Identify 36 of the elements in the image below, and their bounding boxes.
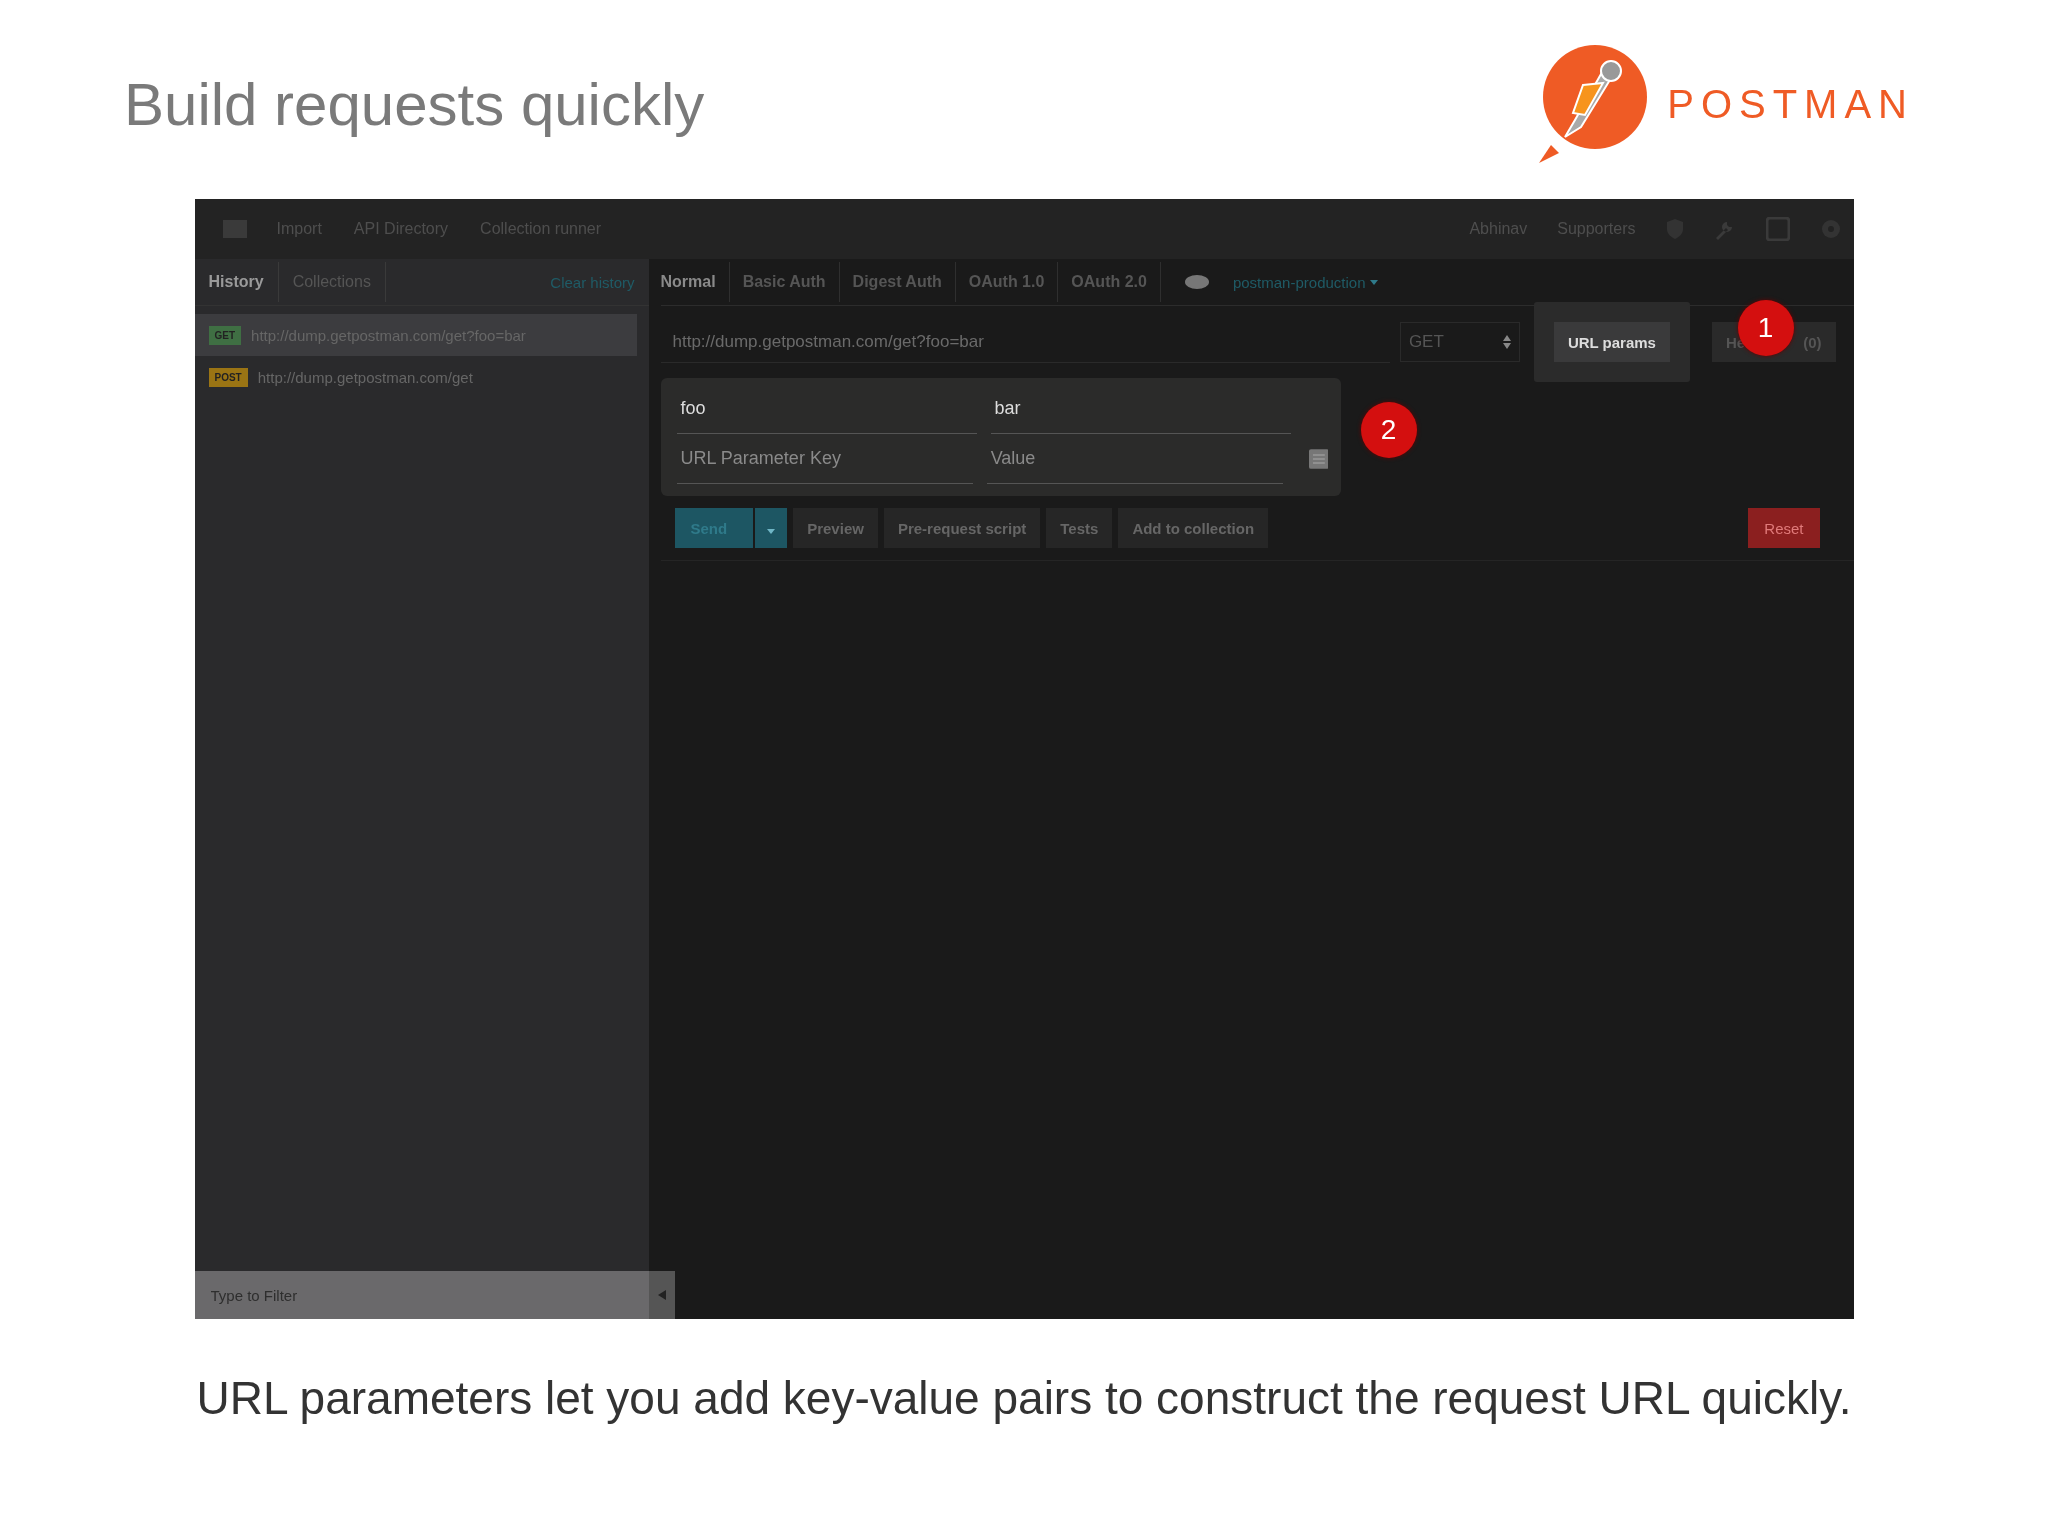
method-select[interactable]: GET [1399,322,1520,362]
value-field[interactable]: bar [990,384,1291,434]
clear-history-link[interactable]: Clear history [550,273,635,291]
filter-field[interactable]: Type to Filter [194,1271,649,1319]
caret-icon [1369,279,1378,285]
method-tag: GET [208,325,242,345]
bulk-edit-icon[interactable] [1308,449,1329,469]
key-field[interactable]: URL Parameter Key [676,434,973,484]
slide-title: Build requests quickly [124,70,705,139]
auth-tab[interactable]: Normal [660,262,730,302]
action-button[interactable]: Add to collection [1118,508,1269,548]
auth-tab[interactable]: Digest Auth [839,262,956,302]
triangle-icon [657,1290,666,1300]
view-button[interactable]: URL params [1553,322,1670,362]
environment-dropdown[interactable]: postman-production [1232,273,1378,291]
auth-tab[interactable]: Basic Auth [729,262,840,302]
history-item[interactable]: POST http://dump.getpostman.com/get [194,356,637,398]
callout-marker: 2 [1360,402,1417,458]
collapse-button[interactable] [648,1271,675,1319]
reset-button[interactable]: Reset [1748,508,1820,548]
action-button[interactable]: Preview [793,508,878,548]
action-button[interactable]: Pre-request script [883,508,1041,548]
sidebar-tab[interactable]: History [208,262,279,302]
key-field[interactable]: foo [676,384,977,434]
dropdown-button[interactable] [755,508,788,548]
value-field[interactable]: Value [986,434,1283,484]
auth-tab[interactable]: OAuth 2.0 [1058,262,1161,302]
logo-text: POSTMAN [1667,82,1914,127]
history-url: http://dump.getpostman.com/get [257,368,473,386]
updown-icon [1502,335,1511,349]
action-button[interactable]: Tests [1046,508,1113,548]
url-field[interactable]: http://dump.getpostman.com/get?foo=bar [660,321,1390,363]
slide-caption: URL parameters let you add key-value pairs to construct the request URL quickly. [196,1371,1852,1425]
auth-tab[interactable]: OAuth 1.0 [955,262,1059,302]
caret-icon [767,528,776,534]
method-tag: POST [208,367,248,387]
